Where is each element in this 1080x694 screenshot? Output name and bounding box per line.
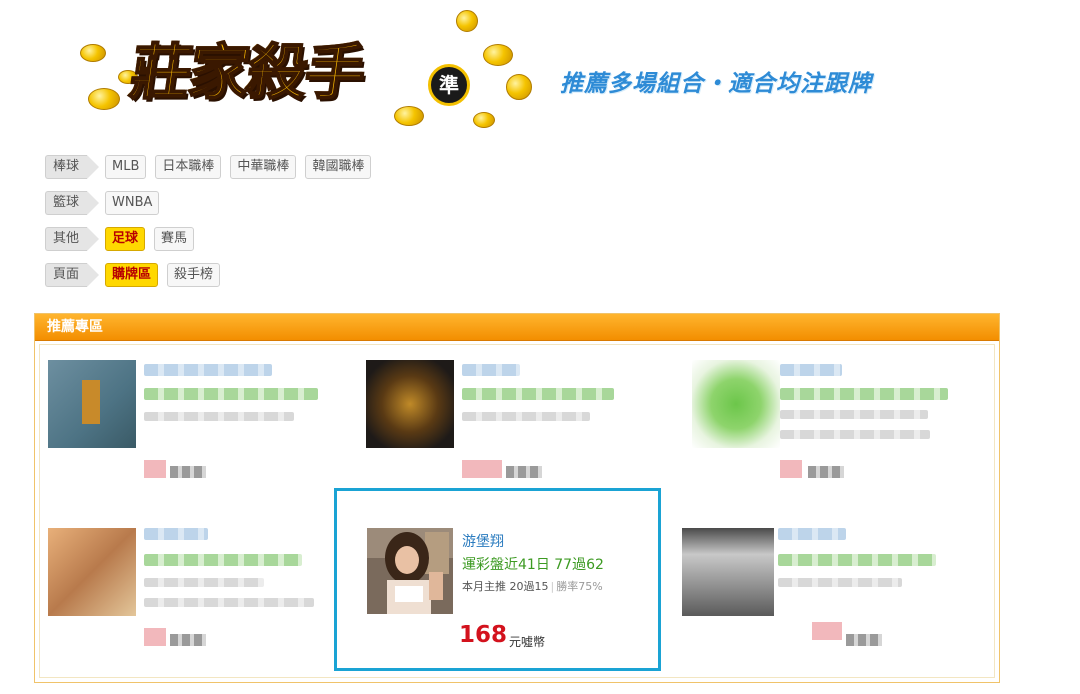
- tag-kbo[interactable]: 韓國職棒: [305, 155, 372, 179]
- avatar: [48, 360, 136, 448]
- coin-icon: [80, 44, 106, 62]
- blurred-detail: [144, 412, 294, 421]
- category-row-baseball: 棒球 MLB 日本職棒 中華職棒 韓國職棒: [45, 154, 380, 180]
- blurred-detail: [780, 430, 930, 439]
- tag-horse-racing[interactable]: 賽馬: [154, 227, 195, 251]
- coin-icon: [483, 44, 513, 66]
- blurred-price: [144, 628, 166, 646]
- tag-mlb[interactable]: MLB: [105, 155, 147, 179]
- blurred-record: [778, 554, 936, 566]
- category-label: 棒球: [45, 155, 100, 179]
- blurred-detail: [778, 578, 902, 587]
- category-label: 頁面: [45, 263, 100, 287]
- recommend-card[interactable]: [682, 344, 1002, 509]
- category-label: 籃球: [45, 191, 100, 215]
- blurred-price: [462, 460, 502, 478]
- blurred-unit: [506, 466, 542, 478]
- tag-soccer[interactable]: 足球: [105, 227, 146, 251]
- blurred-name: [144, 528, 208, 540]
- blurred-name: [462, 364, 520, 376]
- blurred-name: [780, 364, 842, 376]
- coin-icon: [456, 10, 478, 32]
- blurred-record: [462, 388, 614, 400]
- category-row-other: 其他 足球 賽馬: [45, 226, 203, 252]
- tag-killer-ranking[interactable]: 殺手榜: [167, 263, 221, 287]
- logo-seal: 準: [428, 64, 470, 106]
- win-rate: 勝率75%: [556, 580, 603, 593]
- slogan: 推薦多場組合・適合均注跟牌: [560, 71, 872, 97]
- panel-title: 推薦專區: [35, 314, 999, 341]
- avatar: [48, 528, 136, 616]
- blurred-detail: [144, 598, 314, 607]
- monthly-pick: 本月主推 20過15: [462, 580, 549, 593]
- blurred-unit: [846, 634, 882, 646]
- coin-icon: [473, 112, 495, 128]
- avatar: [692, 360, 780, 448]
- blurred-price: [812, 622, 842, 640]
- tag-npb[interactable]: 日本職棒: [155, 155, 222, 179]
- expert-name[interactable]: 游堡翔: [462, 531, 504, 551]
- blurred-unit: [170, 634, 206, 646]
- blurred-name: [144, 364, 272, 376]
- blurred-detail: [144, 578, 264, 587]
- separator: |: [550, 580, 555, 593]
- blurred-price: [780, 460, 802, 478]
- coin-icon: [88, 88, 120, 110]
- blurred-unit: [170, 466, 206, 478]
- category-row-basketball: 籃球 WNBA: [45, 190, 168, 216]
- price-unit: 元噓幣: [509, 635, 546, 649]
- site-logo-banner[interactable]: 莊家殺手 準: [78, 8, 558, 138]
- price-value: 168: [459, 622, 508, 648]
- coin-icon: [394, 106, 424, 126]
- tag-cpbl[interactable]: 中華職棒: [230, 155, 297, 179]
- blurred-detail: [462, 412, 590, 421]
- blurred-detail: [780, 410, 928, 419]
- expert-record: 運彩盤近41日 77過62: [462, 557, 604, 573]
- blurred-price: [144, 460, 166, 478]
- category-label: 其他: [45, 227, 100, 251]
- recommend-card[interactable]: [38, 344, 358, 509]
- recommend-card[interactable]: [356, 344, 676, 509]
- avatar: [682, 528, 774, 616]
- tag-purchase-area[interactable]: 購牌區: [105, 263, 159, 287]
- avatar: [366, 360, 454, 448]
- monthly-pick-stats: 本月主推 20過15 | 勝率75%: [462, 578, 603, 594]
- recommend-card[interactable]: [38, 512, 358, 677]
- logo-title: 莊家殺手: [125, 37, 369, 109]
- featured-recommend-card[interactable]: 游堡翔 運彩盤近41日 77過62 本月主推 20過15 | 勝率75% 168 元…: [334, 488, 661, 671]
- recommend-card[interactable]: [672, 512, 992, 677]
- blurred-unit: [808, 466, 844, 478]
- category-row-page: 頁面 購牌區 殺手榜: [45, 262, 229, 288]
- blurred-record: [780, 388, 948, 400]
- blurred-record: [144, 554, 302, 566]
- blurred-record: [144, 388, 318, 400]
- blurred-name: [778, 528, 846, 540]
- coin-icon: [506, 74, 532, 100]
- profile-photo: [367, 528, 453, 614]
- tag-wnba[interactable]: WNBA: [105, 191, 160, 215]
